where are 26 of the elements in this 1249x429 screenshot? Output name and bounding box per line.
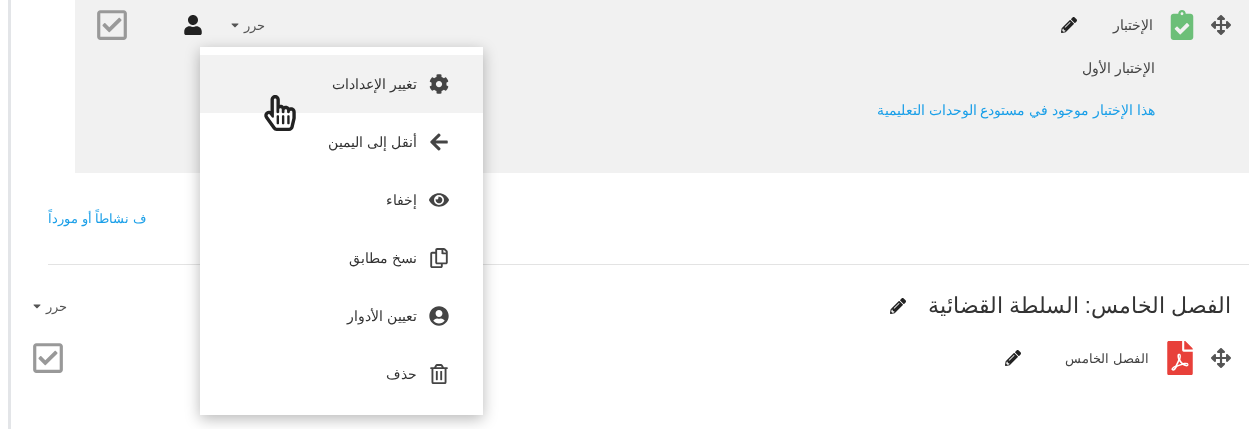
move-icon[interactable] (1211, 15, 1231, 35)
section-title: الفصل الخامس: السلطة القضائية (927, 293, 1231, 319)
pencil-icon[interactable] (1061, 17, 1077, 33)
gear-icon (429, 74, 449, 94)
trash-icon (429, 364, 449, 384)
resource-name[interactable]: الفصل الخامس (1065, 350, 1149, 366)
menu-item[interactable]: أنقل إلى اليمين (200, 113, 483, 171)
edit-menu-toggle[interactable]: حرر (229, 17, 265, 33)
menu-item[interactable]: تعيين الأدوار (200, 287, 483, 345)
eye-icon (429, 190, 449, 210)
hand-cursor-icon (262, 95, 298, 131)
arrow-left-icon (429, 132, 449, 152)
completion-checkbox[interactable] (31, 341, 65, 375)
user-icon[interactable] (183, 15, 203, 35)
menu-item[interactable]: تغيير الإعدادات (200, 55, 483, 113)
activity-description: الإختبار الأول (1081, 60, 1155, 76)
pencil-icon[interactable] (1005, 350, 1022, 366)
menu-item[interactable]: إخفاء (200, 171, 483, 229)
completion-checkbox[interactable] (95, 8, 129, 42)
activity-name[interactable]: الإختبار (1113, 17, 1153, 33)
edit-menu-toggle[interactable]: حرر (31, 298, 67, 314)
copy-icon (429, 248, 449, 268)
menu-item[interactable]: نسخ مطابق (200, 229, 483, 287)
pencil-icon[interactable] (889, 298, 906, 314)
menu-item[interactable]: حذف (200, 345, 483, 403)
move-icon[interactable] (1211, 348, 1231, 368)
